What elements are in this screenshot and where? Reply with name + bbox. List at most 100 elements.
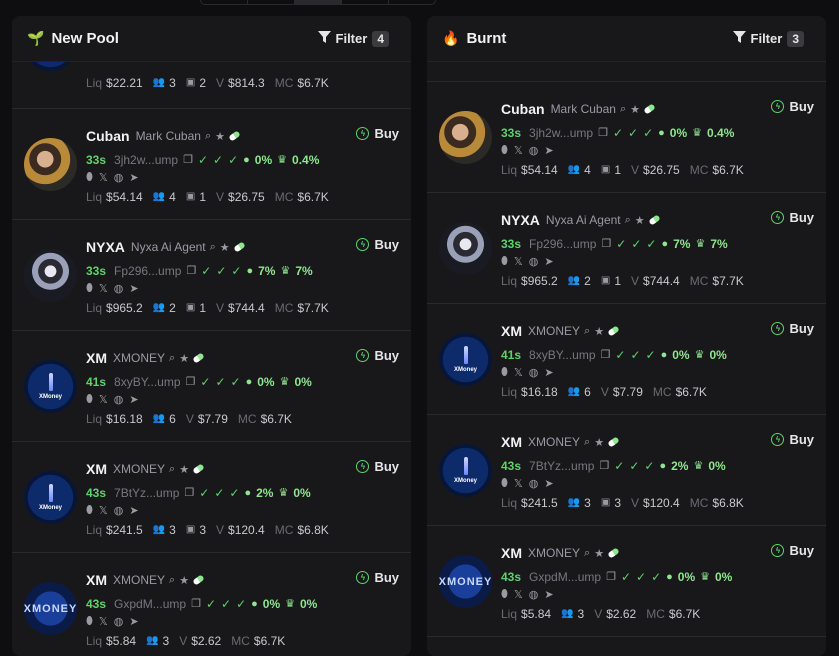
telegram-icon[interactable]: ➤ xyxy=(544,144,553,157)
token-row[interactable]: XMoney XM XMONEY ⌕ ★ ϟ Buy 41s 8xyBY...u… xyxy=(427,304,826,415)
buy-button[interactable]: ϟ Buy xyxy=(771,321,814,336)
copy-icon[interactable]: ❐ xyxy=(184,486,194,499)
telegram-icon[interactable]: ➤ xyxy=(129,504,138,517)
pill-link-icon[interactable]: ⬮ xyxy=(86,282,93,295)
copy-icon[interactable]: ❐ xyxy=(606,570,616,583)
copy-icon[interactable]: ❐ xyxy=(598,126,608,139)
star-icon[interactable]: ★ xyxy=(594,436,604,449)
filter-button[interactable]: Filter 4 xyxy=(317,30,389,47)
x-icon[interactable]: 𝕏 xyxy=(514,588,523,601)
star-icon[interactable]: ★ xyxy=(179,352,189,365)
buy-button[interactable]: ϟ Buy xyxy=(356,348,399,363)
x-icon[interactable]: 𝕏 xyxy=(99,504,108,517)
token-row[interactable]: NYXA Nyxa Ai Agent ⌕ ★ ϟ Buy 33s Fp296..… xyxy=(427,193,826,304)
star-icon[interactable]: ★ xyxy=(635,214,645,227)
search-icon[interactable]: ⌕ xyxy=(584,436,590,449)
star-icon[interactable]: ★ xyxy=(215,130,225,143)
copy-icon[interactable]: ❐ xyxy=(601,237,611,250)
globe-icon[interactable]: ◍ xyxy=(529,366,539,379)
star-icon[interactable]: ★ xyxy=(594,547,604,560)
star-icon[interactable]: ★ xyxy=(594,325,604,338)
pill-link-icon[interactable]: ⬮ xyxy=(501,477,508,490)
buy-button[interactable]: ϟ Buy xyxy=(356,570,399,585)
buy-button[interactable]: ϟ Buy xyxy=(771,99,814,114)
search-icon[interactable]: ⌕ xyxy=(584,325,590,338)
pill-link-icon[interactable]: ⬮ xyxy=(501,255,508,268)
token-address[interactable]: Fp296...ump xyxy=(529,237,596,251)
buy-button[interactable]: ϟ Buy xyxy=(356,237,399,252)
token-address[interactable]: Fp296...ump xyxy=(114,264,181,278)
top-tab-5[interactable] xyxy=(389,0,435,4)
pill-link-icon[interactable]: ⬮ xyxy=(86,393,93,406)
globe-icon[interactable]: ◍ xyxy=(114,504,124,517)
telegram-icon[interactable]: ➤ xyxy=(544,255,553,268)
telegram-icon[interactable]: ➤ xyxy=(129,171,138,184)
copy-icon[interactable]: ❐ xyxy=(601,348,611,361)
pill-link-icon[interactable]: ⬮ xyxy=(86,504,93,517)
star-icon[interactable]: ★ xyxy=(179,463,189,476)
globe-icon[interactable]: ◍ xyxy=(529,144,539,157)
telegram-icon[interactable]: ➤ xyxy=(544,477,553,490)
search-icon[interactable]: ⌕ xyxy=(169,463,175,476)
globe-icon[interactable]: ◍ xyxy=(114,171,124,184)
x-icon[interactable]: 𝕏 xyxy=(514,255,523,268)
star-icon[interactable]: ★ xyxy=(630,103,640,116)
globe-icon[interactable]: ◍ xyxy=(529,477,539,490)
token-row[interactable]: Cuban Mark Cuban ⌕ ★ ϟ Buy 33s 3jh2w...u… xyxy=(12,109,411,220)
token-row[interactable]: XMONEY XM XMONEY ⌕ ★ ϟ Buy 43s GxpdM...u… xyxy=(427,526,826,637)
buy-button[interactable]: ϟ Buy xyxy=(771,543,814,558)
token-address[interactable]: GxpdM...ump xyxy=(529,570,601,584)
token-address[interactable]: 8xyBY...ump xyxy=(114,375,180,389)
token-row[interactable]: XMoney XM XMONEY ⌕ ★ ϟ Buy 43s 7BtYz...u… xyxy=(427,415,826,526)
top-tab-3[interactable] xyxy=(295,0,342,4)
x-icon[interactable]: 𝕏 xyxy=(99,393,108,406)
pill-link-icon[interactable]: ⬮ xyxy=(501,144,508,157)
x-icon[interactable]: 𝕏 xyxy=(99,171,108,184)
token-row[interactable]: NYXA Nyxa Ai Agent ⌕ ★ ϟ Buy 33s Fp296..… xyxy=(12,220,411,331)
pill-link-icon[interactable]: ⬮ xyxy=(501,588,508,601)
token-address[interactable]: 7BtYz...ump xyxy=(114,486,179,500)
x-icon[interactable]: 𝕏 xyxy=(514,366,523,379)
telegram-icon[interactable]: ➤ xyxy=(129,615,138,628)
x-icon[interactable]: 𝕏 xyxy=(99,282,108,295)
pill-link-icon[interactable]: ⬮ xyxy=(86,171,93,184)
copy-icon[interactable]: ❐ xyxy=(186,375,196,388)
telegram-icon[interactable]: ➤ xyxy=(544,366,553,379)
buy-button[interactable]: ϟ Buy xyxy=(771,210,814,225)
buy-button[interactable]: ϟ Buy xyxy=(356,459,399,474)
token-row[interactable]: XMoney XM XMONEY ⌕ ★ ϟ Buy 41s 8xyBY...u… xyxy=(12,331,411,442)
globe-icon[interactable]: ◍ xyxy=(529,588,539,601)
globe-icon[interactable]: ◍ xyxy=(529,255,539,268)
search-icon[interactable]: ⌕ xyxy=(584,547,590,560)
buy-button[interactable]: ϟ Buy xyxy=(771,432,814,447)
telegram-icon[interactable]: ➤ xyxy=(129,282,138,295)
pill-link-icon[interactable]: ⬮ xyxy=(86,615,93,628)
token-address[interactable]: 3jh2w...ump xyxy=(114,153,178,167)
telegram-icon[interactable]: ➤ xyxy=(129,393,138,406)
copy-icon[interactable]: ❐ xyxy=(186,264,196,277)
search-icon[interactable]: ⌕ xyxy=(625,214,631,227)
token-address[interactable]: GxpdM...ump xyxy=(114,597,186,611)
token-address[interactable]: 8xyBY...ump xyxy=(529,348,595,362)
star-icon[interactable]: ★ xyxy=(220,241,230,254)
search-icon[interactable]: ⌕ xyxy=(210,241,216,254)
copy-icon[interactable]: ❐ xyxy=(191,597,201,610)
telegram-icon[interactable]: ➤ xyxy=(544,588,553,601)
globe-icon[interactable]: ◍ xyxy=(114,615,124,628)
token-row[interactable]: Cuban Mark Cuban ⌕ ★ ϟ Buy 33s 3jh2w...u… xyxy=(427,82,826,193)
search-icon[interactable]: ⌕ xyxy=(169,352,175,365)
x-icon[interactable]: 𝕏 xyxy=(99,615,108,628)
search-icon[interactable]: ⌕ xyxy=(169,574,175,587)
top-tab-4[interactable] xyxy=(342,0,389,4)
copy-icon[interactable]: ❐ xyxy=(183,153,193,166)
search-icon[interactable]: ⌕ xyxy=(620,103,626,116)
x-icon[interactable]: 𝕏 xyxy=(514,477,523,490)
token-row[interactable]: XMoney XM XMONEY ⌕ ★ ϟ Buy 43s 7BtYz...u… xyxy=(12,442,411,553)
token-row[interactable]: XMONEY XM XMONEY ⌕ ★ ϟ Buy 43s GxpdM...u… xyxy=(12,553,411,656)
globe-icon[interactable]: ◍ xyxy=(114,393,124,406)
top-tab-2[interactable] xyxy=(248,0,295,4)
star-icon[interactable]: ★ xyxy=(179,574,189,587)
token-address[interactable]: 7BtYz...ump xyxy=(529,459,594,473)
token-address[interactable]: 3jh2w...ump xyxy=(529,126,593,140)
globe-icon[interactable]: ◍ xyxy=(114,282,124,295)
